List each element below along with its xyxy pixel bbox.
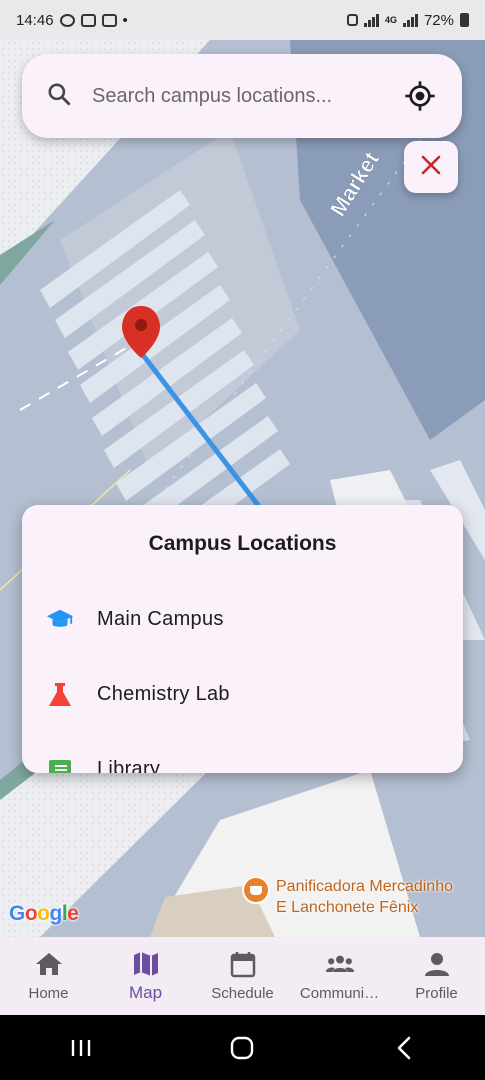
nav-label: Map (128, 983, 163, 1002)
location-item-main-campus[interactable]: Main Campus (22, 582, 463, 657)
nav-map[interactable]: Map (97, 937, 194, 1015)
location-label: Chemistry Lab (97, 683, 230, 705)
battery-icon (460, 13, 469, 27)
gallery-icon (80, 13, 96, 27)
whatsapp-icon (59, 13, 75, 27)
nav-profile[interactable]: Profile (388, 937, 485, 1015)
people-icon (325, 949, 355, 979)
poi-marker[interactable]: Panificadora Mercadinho E Lanchonete Fên… (242, 876, 453, 918)
location-item-chemistry-lab[interactable]: Chemistry Lab (22, 657, 463, 732)
google-letter: e (67, 902, 79, 925)
book-icon (46, 756, 74, 773)
flask-icon (46, 681, 74, 709)
cafe-icon (242, 876, 270, 904)
nav-home[interactable]: Home (0, 937, 97, 1015)
search-input[interactable] (90, 83, 402, 109)
status-bar: 14:46 • 4G 72% (0, 0, 485, 40)
close-route-button[interactable] (404, 141, 458, 193)
location-label: Main Campus (97, 608, 224, 630)
close-icon (420, 154, 442, 181)
my-location-icon[interactable] (402, 78, 438, 114)
school-icon (46, 606, 74, 634)
recent-apps-icon[interactable] (56, 1023, 106, 1073)
bottom-navigation: Home Map Schedule Communi… Profile (0, 937, 485, 1015)
nav-label: Home (28, 985, 69, 1002)
status-dot: • (122, 11, 128, 29)
campus-locations-panel: Campus Locations Main Campus Chemistry L… (22, 505, 463, 773)
poi-name-line1: Panificadora Mercadinho (276, 878, 453, 895)
google-letter: o (37, 902, 50, 925)
location-list: Main Campus Chemistry Lab Library (22, 582, 463, 773)
network-type: 4G (384, 15, 397, 25)
nav-label: Profile (415, 985, 458, 1002)
nav-schedule[interactable]: Schedule (194, 937, 291, 1015)
person-icon (422, 949, 452, 979)
home-icon (34, 949, 64, 979)
calendar-icon (228, 949, 258, 979)
location-item-library[interactable]: Library (22, 732, 463, 773)
status-time: 14:46 (16, 11, 54, 29)
system-navigation-bar (0, 1015, 485, 1080)
nav-community[interactable]: Communi… (291, 937, 388, 1015)
home-circle-icon[interactable] (217, 1023, 267, 1073)
search-bar (22, 54, 462, 138)
google-letter: G (9, 902, 25, 925)
nav-label: Communi… (299, 985, 380, 1002)
battery-percent: 72% (423, 11, 454, 29)
panel-title: Campus Locations (148, 532, 337, 555)
lock-icon (346, 14, 358, 26)
poi-name-line2: E Lanchonete Fênix (276, 899, 419, 916)
location-label: Library (97, 758, 161, 773)
google-logo: Google (9, 902, 79, 926)
calendar-notification-icon (101, 13, 117, 27)
map-icon (131, 949, 161, 979)
signal-icon-2 (402, 13, 418, 27)
search-icon (46, 81, 72, 112)
google-letter: o (24, 902, 38, 925)
back-icon[interactable] (379, 1023, 429, 1073)
nav-label: Schedule (211, 985, 274, 1002)
google-letter: g (49, 902, 63, 925)
signal-icon (363, 13, 379, 27)
